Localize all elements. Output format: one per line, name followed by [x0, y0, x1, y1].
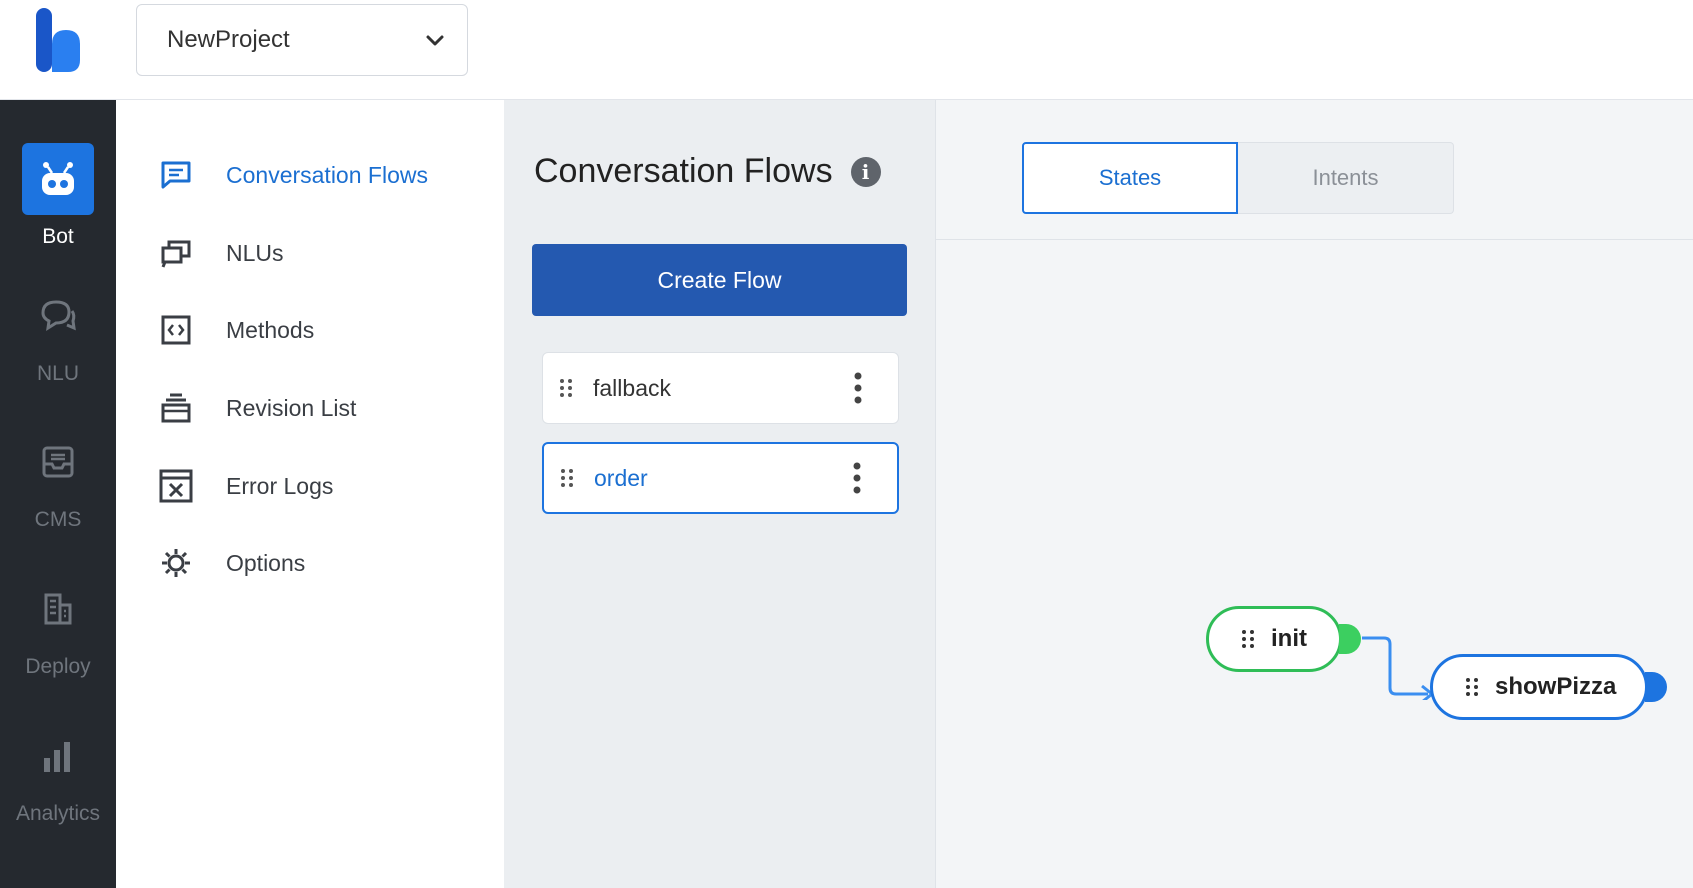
page-title: Conversation Flows	[534, 152, 833, 190]
more-vertical-icon[interactable]	[846, 368, 870, 408]
drag-handle-icon[interactable]	[1241, 629, 1255, 649]
drag-handle-icon[interactable]	[1465, 677, 1479, 697]
flow-item-order[interactable]: order	[542, 442, 899, 514]
state-label: showPizza	[1495, 673, 1617, 700]
subnav-label: Conversation Flows	[226, 161, 428, 188]
layers-icon	[158, 390, 194, 426]
rail-label-bot: Bot	[42, 225, 74, 248]
rail-item-deploy[interactable]: Deploy	[0, 573, 116, 693]
flow-item-fallback[interactable]: fallback	[542, 352, 899, 424]
message-square-icon	[158, 157, 194, 193]
tab-states[interactable]: States	[1022, 142, 1238, 214]
kommunicate-logo-icon[interactable]	[34, 8, 84, 74]
building-icon	[22, 573, 94, 645]
canvas-header: States Intents	[936, 100, 1693, 240]
bar-chart-icon	[22, 720, 94, 792]
error-box-icon	[158, 468, 194, 504]
subnav-label: Options	[226, 549, 306, 576]
flow-name: fallback	[593, 374, 671, 401]
project-name: NewProject	[167, 26, 290, 53]
robot-icon	[22, 143, 94, 215]
subnav-label: Revision List	[226, 394, 357, 421]
tab-intents[interactable]: Intents	[1238, 142, 1454, 214]
subnav-item-nlus[interactable]: NLUs	[158, 231, 284, 275]
node-output-port[interactable]	[1645, 672, 1667, 702]
code-icon	[158, 312, 194, 348]
info-icon[interactable]: i	[850, 156, 881, 187]
flows-panel: Conversation Flows i Create Flow fallbac…	[504, 100, 936, 888]
flow-name: order	[594, 464, 648, 491]
subnav-item-options[interactable]: Options	[158, 541, 305, 585]
bot-subnav: Conversation Flows NLUs Methods Revision…	[116, 100, 504, 888]
inbox-icon	[22, 426, 94, 498]
state-node-showpizza[interactable]: showPizza	[1430, 654, 1648, 720]
more-vertical-icon[interactable]	[845, 458, 869, 498]
rail-item-bot[interactable]: Bot	[0, 143, 116, 263]
subnav-label: Error Logs	[226, 472, 334, 499]
rail-label-analytics: Analytics	[15, 802, 101, 825]
chevron-down-icon	[426, 35, 444, 46]
project-selector[interactable]: NewProject	[136, 4, 468, 76]
subnav-item-conversation-flows[interactable]: Conversation Flows	[158, 153, 428, 197]
drag-handle-icon[interactable]	[559, 378, 573, 398]
subnav-item-revision-list[interactable]: Revision List	[158, 386, 356, 430]
rail-item-cms[interactable]: CMS	[0, 426, 116, 546]
rail-label-cms: CMS	[34, 508, 82, 531]
gear-icon	[158, 545, 194, 581]
state-node-init[interactable]: init	[1206, 606, 1342, 672]
create-flow-button[interactable]: Create Flow	[532, 244, 907, 316]
subnav-item-error-logs[interactable]: Error Logs	[158, 464, 333, 508]
subnav-label: NLUs	[226, 239, 284, 266]
flow-canvas[interactable]: States Intents init showPizza	[936, 100, 1693, 888]
drag-handle-icon[interactable]	[560, 468, 574, 488]
rail-item-analytics[interactable]: Analytics	[0, 720, 116, 840]
main-nav-rail: Bot NLU CMS Deploy Analytics	[0, 100, 116, 888]
subnav-label: Methods	[226, 316, 315, 343]
flows-panel-header: Conversation Flows i	[534, 152, 881, 191]
top-bar: NewProject	[0, 0, 1693, 100]
chat-bubbles-icon	[22, 280, 94, 352]
state-label: init	[1271, 625, 1307, 652]
rail-label-deploy: Deploy	[25, 655, 91, 678]
subnav-item-methods[interactable]: Methods	[158, 308, 314, 352]
rail-label-nlu: NLU	[36, 362, 79, 385]
stacked-messages-icon	[158, 235, 194, 271]
rail-item-nlu[interactable]: NLU	[0, 280, 116, 400]
view-tabs: States Intents	[1022, 142, 1454, 214]
